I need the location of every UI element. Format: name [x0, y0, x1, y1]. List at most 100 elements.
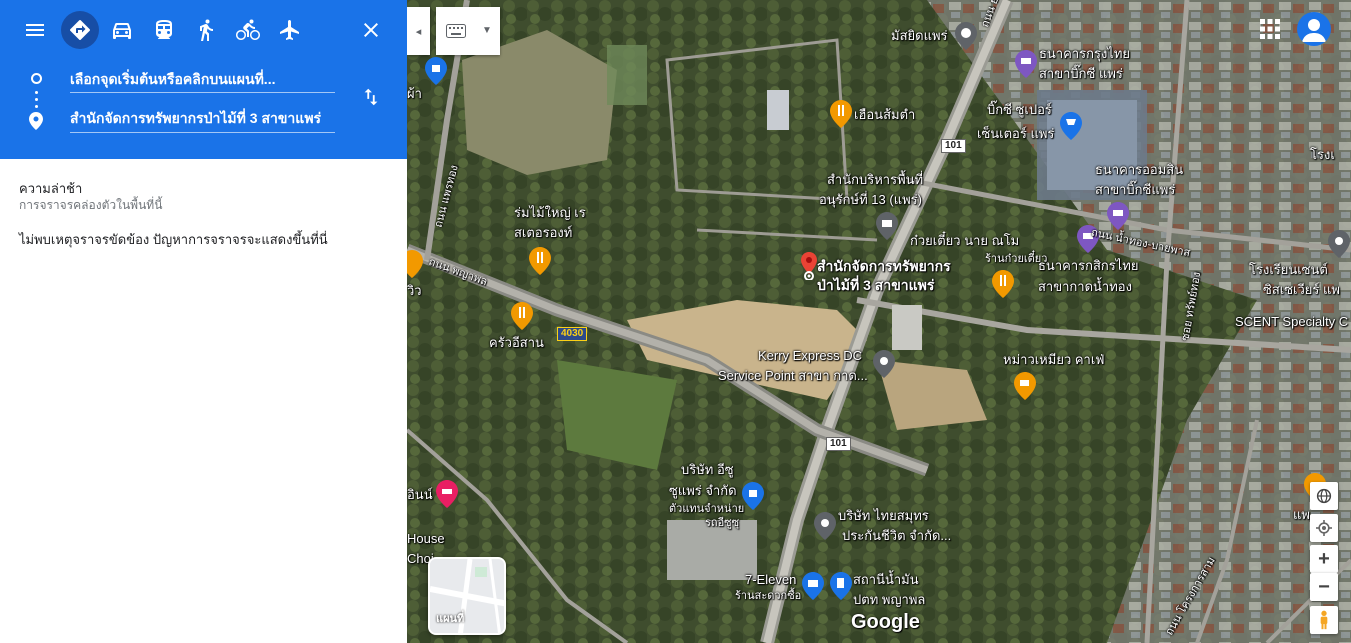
account-avatar[interactable]	[1297, 12, 1331, 46]
pin-marker-icon[interactable]	[873, 350, 895, 378]
restaurant-marker-icon[interactable]	[511, 302, 533, 330]
map-label: รถอีซูซุ	[705, 517, 740, 529]
map-label: SCENT Specialty C	[1235, 314, 1349, 329]
mode-walking-button[interactable]	[187, 11, 225, 49]
map-label: สาขาบิ๊กซีแพร่	[1095, 182, 1176, 197]
map-label: วิว	[407, 283, 422, 298]
zoom-in-button[interactable]: +	[1310, 545, 1338, 573]
map-label: สถานีน้ำมัน	[853, 572, 919, 587]
travel-mode-bar	[0, 0, 407, 62]
crosshair-icon	[1316, 520, 1332, 536]
government-marker-icon[interactable]	[876, 212, 898, 240]
shop-marker-icon[interactable]	[425, 57, 447, 85]
route-dot	[35, 105, 38, 108]
close-directions-button[interactable]	[352, 11, 390, 49]
layer-label: แผนที่	[436, 613, 465, 625]
map-label: Kerry Express DC	[758, 348, 863, 363]
map-layer-toggle[interactable]: แผนที่	[428, 557, 506, 635]
globe-view-button[interactable]	[1310, 482, 1338, 510]
mode-driving-button[interactable]	[103, 11, 141, 49]
restaurant-marker-icon[interactable]	[407, 250, 423, 278]
map-label: แพ	[1293, 507, 1310, 522]
restaurant-marker-icon[interactable]	[529, 247, 551, 275]
airplane-icon	[280, 20, 299, 40]
gas-station-marker-icon[interactable]	[830, 572, 852, 600]
map-label: บิ๊กซี ซูเปอร์	[987, 102, 1052, 117]
map-label: สำนักบริหารพื้นที่	[827, 172, 924, 187]
map-label: โรงเ	[1310, 147, 1335, 162]
plus-icon: +	[1318, 547, 1330, 570]
mode-flights-button[interactable]	[271, 11, 309, 49]
satellite-imagery	[407, 0, 1351, 643]
satellite-map[interactable]: 101 101 4030 มัสยิดแพร่ ธนาคารกรุงไทย สา…	[407, 0, 1351, 643]
route-dot	[35, 98, 38, 101]
cafe-marker-icon[interactable]	[1014, 372, 1036, 400]
street-view-pegman[interactable]	[1310, 606, 1338, 634]
zoom-out-button[interactable]: −	[1310, 573, 1338, 601]
bank-marker-icon[interactable]	[1107, 202, 1129, 230]
menu-button[interactable]	[16, 11, 54, 49]
map-label: หม่าวเหมียว คาเฟ่	[1003, 352, 1105, 367]
traffic-subtitle: การจราจรคล่องตัวในพื้นที่นี้	[19, 198, 163, 212]
restaurant-marker-icon[interactable]	[830, 100, 852, 128]
map-label: อนุรักษ์ที่ 13 (แพร่)	[819, 192, 922, 207]
map-label: เซ็นเตอร์ แพร่	[977, 126, 1055, 141]
map-label: ก๋วยเตี๋ยว นาย ณโม	[910, 233, 1020, 248]
pin-marker-icon[interactable]	[814, 512, 836, 540]
dropdown-caret-icon: ▼	[482, 25, 492, 36]
swap-route-button[interactable]	[358, 84, 384, 110]
map-label: อินน์	[407, 487, 433, 502]
school-marker-icon[interactable]	[1328, 230, 1350, 258]
origin-field	[70, 67, 335, 93]
collapse-panel-button[interactable]: ◂	[407, 7, 430, 55]
swap-vertical-icon	[364, 88, 378, 106]
map-label: Service Point สาขา กาด...	[718, 368, 868, 383]
walking-icon	[200, 19, 213, 41]
apps-grid-icon[interactable]	[1259, 18, 1281, 40]
destination-field	[70, 107, 335, 133]
route-shield-101: 101	[826, 437, 851, 451]
route-dot	[35, 91, 38, 94]
chevron-left-icon: ◂	[415, 25, 422, 38]
map-label: บริษัท ไทยสมุทร	[838, 508, 929, 523]
map-label: ประกันชีวิต จำกัด...	[842, 528, 952, 543]
pegman-icon	[1320, 610, 1328, 630]
map-label: ปตท พญาพล	[853, 592, 926, 607]
map-label: ซิสเซเวียร์ แพ	[1263, 282, 1340, 297]
route-shield-4030: 4030	[557, 327, 588, 341]
traffic-message: ไม่พบเหตุจราจรขัดข้อง ปัญหาการจราจรจะแสด…	[19, 232, 328, 247]
map-label: ธนาคารออมสิน	[1095, 162, 1184, 177]
map-label: สาขากาดน้ำทอง	[1038, 279, 1132, 294]
store-marker-icon[interactable]	[802, 572, 824, 600]
mode-cycling-button[interactable]	[229, 11, 267, 49]
shopping-cart-marker-icon[interactable]	[1060, 112, 1082, 140]
bicycle-icon	[236, 19, 260, 40]
destination-input[interactable]	[70, 107, 335, 131]
directions-header	[0, 0, 407, 159]
map-label: ครัวอีสาน	[489, 335, 544, 350]
restaurant-marker-icon[interactable]	[992, 270, 1014, 298]
origin-circle-icon	[31, 73, 42, 84]
traffic-title: ความล่าช้า	[19, 181, 83, 196]
map-label: House	[407, 531, 445, 546]
destination-label: ป่าไม้ที่ 3 สาขาแพร่	[817, 277, 935, 293]
map-label: บริษัท อีซู	[681, 462, 734, 477]
destination-label: สำนักจัดการทรัพยากร	[817, 258, 951, 274]
map-label: ร้านสะดวกซื้อ	[735, 590, 802, 602]
map-label: ธนาคารกรุงไทย	[1039, 46, 1131, 61]
hotel-marker-icon[interactable]	[436, 480, 458, 508]
mode-transit-button[interactable]	[145, 11, 183, 49]
directions-panel: ความล่าช้า การจราจรคล่องตัวในพื้นที่นี้ …	[0, 0, 407, 643]
mosque-marker-icon[interactable]	[955, 22, 977, 50]
minus-icon: −	[1318, 575, 1330, 598]
bank-marker-icon[interactable]	[1015, 50, 1037, 78]
map-label: ซูแพร่ จำกัด	[669, 483, 737, 498]
mode-best-button[interactable]	[61, 11, 99, 49]
origin-input[interactable]	[70, 67, 335, 91]
globe-icon	[1316, 488, 1332, 504]
map-label: สเตอรองท์	[514, 225, 573, 240]
shop-marker-icon[interactable]	[742, 482, 764, 510]
my-location-button[interactable]	[1310, 514, 1338, 542]
hamburger-menu-icon	[26, 24, 44, 36]
input-tools-button[interactable]: ▼	[436, 7, 500, 55]
